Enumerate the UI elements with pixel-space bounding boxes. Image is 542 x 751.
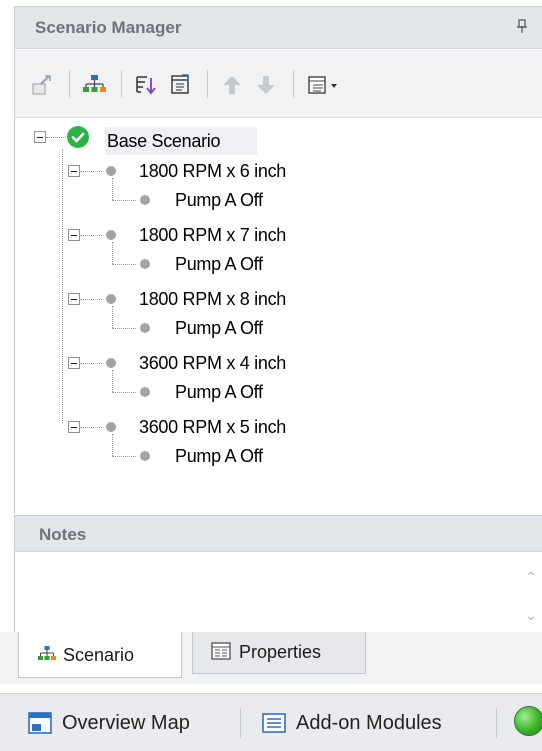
- collapse-icon[interactable]: [68, 165, 80, 177]
- add-on-modules-button[interactable]: Add-on Modules: [262, 710, 482, 736]
- tree-item-scenario[interactable]: 3600 RPM x 4 inch: [139, 352, 286, 374]
- overview-map-button[interactable]: Overview Map: [28, 710, 228, 736]
- collapse-icon[interactable]: [68, 421, 80, 433]
- tab-properties-label: Properties: [239, 642, 322, 662]
- overview-map-label: Overview Map: [62, 712, 190, 734]
- scroll-down-icon[interactable]: ⌄: [523, 608, 539, 622]
- bottom-toolbar: Overview Map Add-on Modules: [0, 693, 542, 751]
- view-options-icon[interactable]: [305, 72, 345, 98]
- scenario-dot-icon: [140, 195, 150, 205]
- toolbar-separator: [293, 70, 294, 98]
- scenario-dot-icon: [140, 323, 150, 333]
- scenario-dot-icon: [106, 422, 116, 432]
- promote-icon[interactable]: [29, 72, 55, 98]
- collapse-icon[interactable]: [34, 131, 46, 143]
- scenario-tree: Base Scenario 1800 RPM x 6 inch Pump A O…: [15, 119, 542, 515]
- scenario-dot-icon: [106, 294, 116, 304]
- tree-item-child-scenario[interactable]: Pump A Off: [175, 381, 263, 403]
- tree-item-child-scenario[interactable]: Pump A Off: [175, 445, 263, 467]
- status-indicator-icon[interactable]: [514, 706, 542, 736]
- collapse-icon[interactable]: [68, 357, 80, 369]
- tab-scenario-label: Scenario: [63, 645, 135, 665]
- toolbar-separator: [121, 70, 122, 98]
- notes-textarea[interactable]: [15, 553, 542, 632]
- collapse-icon[interactable]: [68, 293, 80, 305]
- tree-item-scenario[interactable]: 1800 RPM x 7 inch: [139, 224, 286, 246]
- tree-item-child-scenario[interactable]: Pump A Off: [175, 253, 263, 275]
- scenario-dot-icon: [106, 230, 116, 240]
- scenario-dot-icon: [140, 387, 150, 397]
- scenario-dot-icon: [140, 259, 150, 269]
- tree-item-child-scenario[interactable]: Pump A Off: [175, 317, 263, 339]
- add-on-modules-label: Add-on Modules: [296, 712, 442, 734]
- scenario-tree-icon[interactable]: [81, 72, 107, 98]
- toolbar-separator: [496, 708, 497, 738]
- tree-item-scenario[interactable]: 1800 RPM x 8 inch: [139, 288, 286, 310]
- notes-panel: Notes ⌃ ⌄: [14, 515, 542, 632]
- overview-map-icon: [28, 712, 52, 734]
- scroll-up-icon[interactable]: ⌃: [523, 570, 539, 584]
- move-down-icon[interactable]: [253, 72, 279, 98]
- tree-item-child-scenario[interactable]: Pump A Off: [175, 189, 263, 211]
- move-up-icon[interactable]: [219, 72, 245, 98]
- sort-icon[interactable]: [133, 72, 159, 98]
- check-circle-icon: [67, 126, 89, 148]
- toolbar-separator: [69, 70, 70, 98]
- toolbar-separator: [207, 70, 208, 98]
- scenario-tree-icon: [37, 645, 57, 663]
- scenario-manager-title: Scenario Manager: [35, 18, 182, 37]
- toolbar-separator: [240, 708, 241, 738]
- tree-item-base-scenario[interactable]: Base Scenario: [107, 130, 220, 152]
- properties-icon: [211, 642, 231, 660]
- scenario-dot-icon: [140, 451, 150, 461]
- tab-scenario[interactable]: Scenario: [18, 632, 182, 678]
- pin-icon[interactable]: [515, 17, 529, 37]
- panel-tab-strip: Scenario Properties: [0, 632, 542, 684]
- scenario-dot-icon: [106, 358, 116, 368]
- filter-icon[interactable]: [167, 72, 193, 98]
- scenario-manager-panel: Scenario Manager Base Scenario 1800 RPM …: [14, 6, 542, 515]
- tree-item-scenario[interactable]: 1800 RPM x 6 inch: [139, 160, 286, 182]
- add-on-modules-icon: [262, 712, 286, 734]
- notes-header: Notes: [15, 516, 542, 552]
- scenario-toolbar: [15, 50, 542, 118]
- tab-properties[interactable]: Properties: [192, 632, 366, 674]
- scenario-manager-header: Scenario Manager: [15, 7, 542, 49]
- collapse-icon[interactable]: [68, 229, 80, 241]
- scenario-dot-icon: [106, 166, 116, 176]
- tree-item-scenario[interactable]: 3600 RPM x 5 inch: [139, 416, 286, 438]
- notes-title: Notes: [39, 525, 87, 544]
